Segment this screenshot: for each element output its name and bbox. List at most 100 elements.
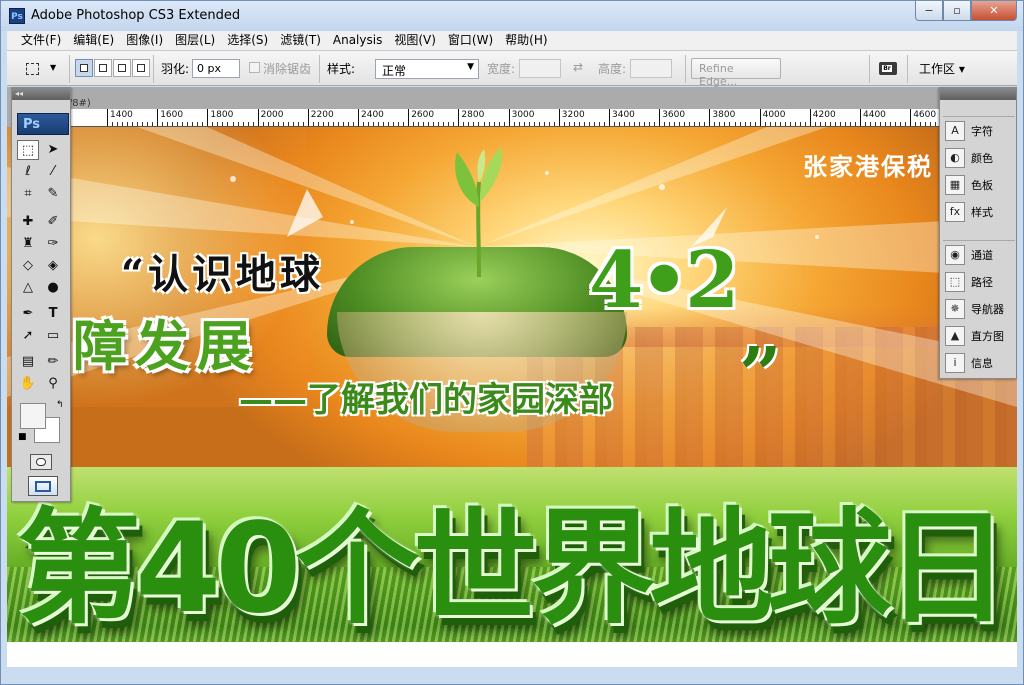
ruler-minor-tick [578, 122, 580, 126]
photoshop-logo[interactable]: Ps [17, 113, 69, 135]
panel-swatches[interactable]: ▦ 色板 [943, 171, 1015, 198]
tools-panel-header[interactable]: ◂◂ [12, 88, 70, 100]
tool-preset-picker[interactable]: ▼ [21, 58, 63, 80]
default-colors-icon[interactable]: ■ [18, 432, 27, 442]
menu-help[interactable]: 帮助(H) [499, 31, 553, 50]
slice-tool-icon[interactable]: ✎ [42, 184, 64, 204]
ruler-minor-tick [448, 122, 450, 126]
antialias-checkbox[interactable] [249, 62, 260, 73]
menu-edit[interactable]: 编辑(E) [67, 31, 120, 50]
lasso-tool-icon[interactable]: ℓ [17, 162, 39, 182]
panel-character[interactable]: A 字符 [943, 117, 1015, 144]
paint-bucket-tool-icon[interactable]: ◈ [42, 256, 64, 276]
move-tool-icon[interactable]: ➤ [42, 140, 64, 160]
document-canvas[interactable]: 张家港保税 “认识地球 障发展 ——了解我们的家园深部 4•2 ” 第40个世界… [7, 127, 1017, 667]
ruler-minor-tick [192, 122, 194, 126]
ruler-minor-tick [900, 122, 902, 126]
subtract-from-selection-button[interactable] [113, 59, 131, 77]
rectangular-marquee-tool-icon[interactable]: ⬚ [17, 140, 39, 160]
swap-icon[interactable]: ⇄ [573, 60, 583, 74]
crop-tool-icon[interactable]: ⌗ [17, 184, 39, 204]
ruler-minor-tick [478, 122, 480, 126]
rectangle-tool-icon[interactable]: ▭ [42, 326, 64, 346]
ruler-minor-tick [142, 122, 144, 126]
eyedropper-tool-icon[interactable]: ✏ [42, 352, 64, 372]
blur-tool-icon[interactable]: △ [17, 278, 39, 298]
ruler-major-tick [659, 109, 661, 126]
height-input[interactable] [630, 59, 672, 78]
ruler-minor-tick [327, 122, 329, 126]
magic-wand-tool-icon[interactable]: ⁄ [42, 162, 64, 182]
menu-window[interactable]: 窗口(W) [442, 31, 499, 50]
swap-colors-icon[interactable]: ↰ [56, 400, 64, 410]
horizontal-ruler[interactable]: 1400 1600 1800 2000 2200 2400 2600 2800 3000 3200… [71, 109, 1017, 127]
menu-select[interactable]: 选择(S) [221, 31, 274, 50]
ruler-minor-tick [865, 122, 867, 126]
eraser-tool-icon[interactable]: ◇ [17, 256, 39, 276]
feather-input[interactable]: 0 px [192, 59, 240, 78]
close-button[interactable]: ✕ [971, 1, 1017, 21]
ruler-minor-tick [624, 122, 626, 126]
ruler-major-tick [408, 109, 410, 126]
menu-image[interactable]: 图像(I) [120, 31, 169, 50]
menu-file[interactable]: 文件(F) [15, 31, 67, 50]
window-controls: − ▫ ✕ [915, 1, 1017, 21]
ruler-minor-tick [237, 122, 239, 126]
restore-button[interactable]: ▫ [943, 1, 971, 21]
zoom-tool-icon[interactable]: ⚲ [42, 374, 64, 394]
brush-tool-icon[interactable]: ✐ [42, 212, 64, 232]
sprout-illustration [455, 147, 502, 277]
title-bar[interactable]: Ps Adobe Photoshop CS3 Extended − ▫ ✕ [1, 1, 1023, 31]
history-brush-tool-icon[interactable]: ✑ [42, 234, 64, 254]
ruler-major-tick [609, 109, 610, 126]
menu-analysis[interactable]: Analysis [327, 31, 388, 50]
menu-view[interactable]: 视图(V) [388, 31, 442, 50]
panel-navigator[interactable]: ✵ 导航器 [943, 295, 1015, 322]
path-selection-tool-icon[interactable]: ➚ [17, 326, 39, 346]
ruler-minor-tick [398, 122, 400, 126]
style-select[interactable]: 正常 ▼ [375, 59, 479, 79]
workspace-menu[interactable]: 工作区 ▾ [919, 60, 965, 77]
healing-brush-tool-icon[interactable]: ✚ [17, 212, 39, 232]
panel-info[interactable]: i 信息 [943, 349, 1015, 376]
minimize-button[interactable]: − [915, 1, 943, 21]
refine-edge-button[interactable]: Refine Edge... [691, 58, 781, 88]
add-to-selection-button[interactable] [94, 59, 112, 77]
width-input[interactable] [519, 59, 561, 78]
photoshop-app-icon[interactable]: Ps [9, 8, 25, 24]
ruler-minor-tick [684, 122, 686, 126]
screen-mode-button[interactable] [28, 476, 58, 496]
bridge-icon[interactable]: Br [879, 59, 901, 78]
clone-stamp-tool-icon[interactable]: ♜ [17, 234, 39, 254]
ruler-minor-tick [242, 122, 244, 126]
foreground-color-swatch[interactable] [20, 403, 46, 429]
style-label: 样式: [327, 62, 356, 76]
ruler-label: 1800 [210, 110, 234, 120]
intersect-selection-button[interactable] [132, 59, 150, 77]
panel-histogram[interactable]: ▲ 直方图 [943, 322, 1015, 349]
panel-color[interactable]: ◐ 颜色 [943, 144, 1015, 171]
hand-tool-icon[interactable]: ✋ [17, 374, 39, 394]
new-selection-button[interactable] [75, 59, 93, 77]
menu-layer[interactable]: 图层(L) [169, 31, 221, 50]
panel-styles[interactable]: fx 样式 [943, 198, 1015, 225]
type-tool-icon[interactable]: T [42, 304, 64, 324]
ruler-minor-tick [915, 122, 917, 126]
dodge-tool-icon[interactable]: ● [42, 278, 64, 298]
ruler-minor-tick [819, 122, 821, 126]
ruler-major-tick [257, 109, 259, 126]
quick-mask-button[interactable] [30, 454, 52, 470]
selection-modes [75, 59, 150, 77]
ruler-minor-tick [518, 122, 520, 126]
tools-panel: ◂◂ Ps ⬚ ➤ ℓ ⁄ ⌗ ✎ ✚ ✐ ♜ ✑ ◇ ◈ △ ● ✒ T ➚ … [11, 87, 71, 502]
ruler-minor-tick [428, 122, 430, 126]
menu-filter[interactable]: 滤镜(T) [274, 31, 327, 50]
notes-tool-icon[interactable]: ▤ [17, 352, 39, 372]
panel-channels[interactable]: ◉ 通道 [943, 241, 1015, 268]
panel-paths[interactable]: ⬚ 路径 [943, 268, 1015, 295]
panel-dock-header[interactable] [940, 88, 1016, 100]
ruler-minor-tick [272, 122, 274, 126]
ruler-minor-tick [403, 122, 405, 126]
ruler-label: 3000 [511, 110, 535, 120]
pen-tool-icon[interactable]: ✒ [17, 304, 39, 324]
